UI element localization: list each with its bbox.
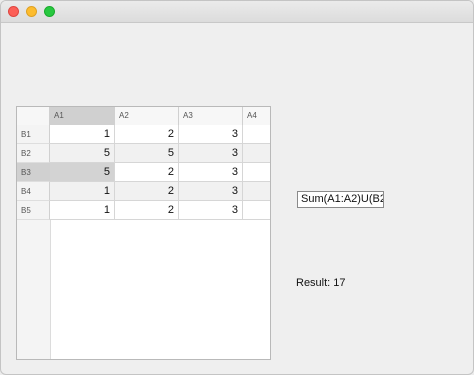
table-cell[interactable]: 1 xyxy=(50,201,115,220)
table-cell[interactable] xyxy=(243,125,270,144)
row-header-b5[interactable]: B5 xyxy=(17,201,50,220)
table-row: B3 5 2 3 xyxy=(17,163,270,182)
row-header-b4[interactable]: B4 xyxy=(17,182,50,201)
column-header-a3[interactable]: A3 xyxy=(179,107,243,125)
table-cell[interactable]: 2 xyxy=(115,201,179,220)
table-cell[interactable]: 2 xyxy=(115,163,179,182)
table-cell[interactable]: 1 xyxy=(50,125,115,144)
table-row: B2 5 5 3 xyxy=(17,144,270,163)
table-cell[interactable]: 1 xyxy=(50,182,115,201)
app-window: A1 A2 A3 A4 B1 1 2 3 B2 5 5 3 B3 5 2 3 B… xyxy=(0,0,474,375)
table-cell[interactable]: 3 xyxy=(179,163,243,182)
table-cell[interactable]: 5 xyxy=(115,144,179,163)
table-cell-selected[interactable]: 5 xyxy=(50,163,115,182)
table-row: B5 1 2 3 xyxy=(17,201,270,220)
column-header-a1[interactable]: A1 xyxy=(50,107,115,125)
table-cell[interactable]: 5 xyxy=(50,144,115,163)
table-cell[interactable]: 3 xyxy=(179,201,243,220)
row-header-b3[interactable]: B3 xyxy=(17,163,50,182)
table-cell[interactable]: 3 xyxy=(179,182,243,201)
minimize-button[interactable] xyxy=(26,6,37,17)
column-header-row: A1 A2 A3 A4 xyxy=(17,107,270,126)
table-cell[interactable]: 2 xyxy=(115,182,179,201)
column-header-a4[interactable]: A4 xyxy=(243,107,270,125)
close-button[interactable] xyxy=(8,6,19,17)
table-cell[interactable] xyxy=(243,182,270,201)
row-header-b2[interactable]: B2 xyxy=(17,144,50,163)
table-cell[interactable] xyxy=(243,163,270,182)
row-header-b1[interactable]: B1 xyxy=(17,125,50,144)
table-cell[interactable]: 3 xyxy=(179,125,243,144)
table-cell[interactable]: 3 xyxy=(179,144,243,163)
formula-input[interactable]: Sum(A1:A2)U(B2 xyxy=(297,191,384,208)
result-label: Result: 17 xyxy=(296,277,346,289)
spreadsheet-table[interactable]: A1 A2 A3 A4 B1 1 2 3 B2 5 5 3 B3 5 2 3 B… xyxy=(16,106,271,360)
table-corner xyxy=(17,107,50,125)
maximize-button[interactable] xyxy=(44,6,55,17)
table-cell[interactable] xyxy=(243,201,270,220)
table-cell[interactable] xyxy=(243,144,270,163)
table-row: B4 1 2 3 xyxy=(17,182,270,201)
table-cell[interactable]: 2 xyxy=(115,125,179,144)
table-row: B1 1 2 3 xyxy=(17,125,270,144)
title-bar xyxy=(1,1,473,23)
column-header-a2[interactable]: A2 xyxy=(115,107,179,125)
